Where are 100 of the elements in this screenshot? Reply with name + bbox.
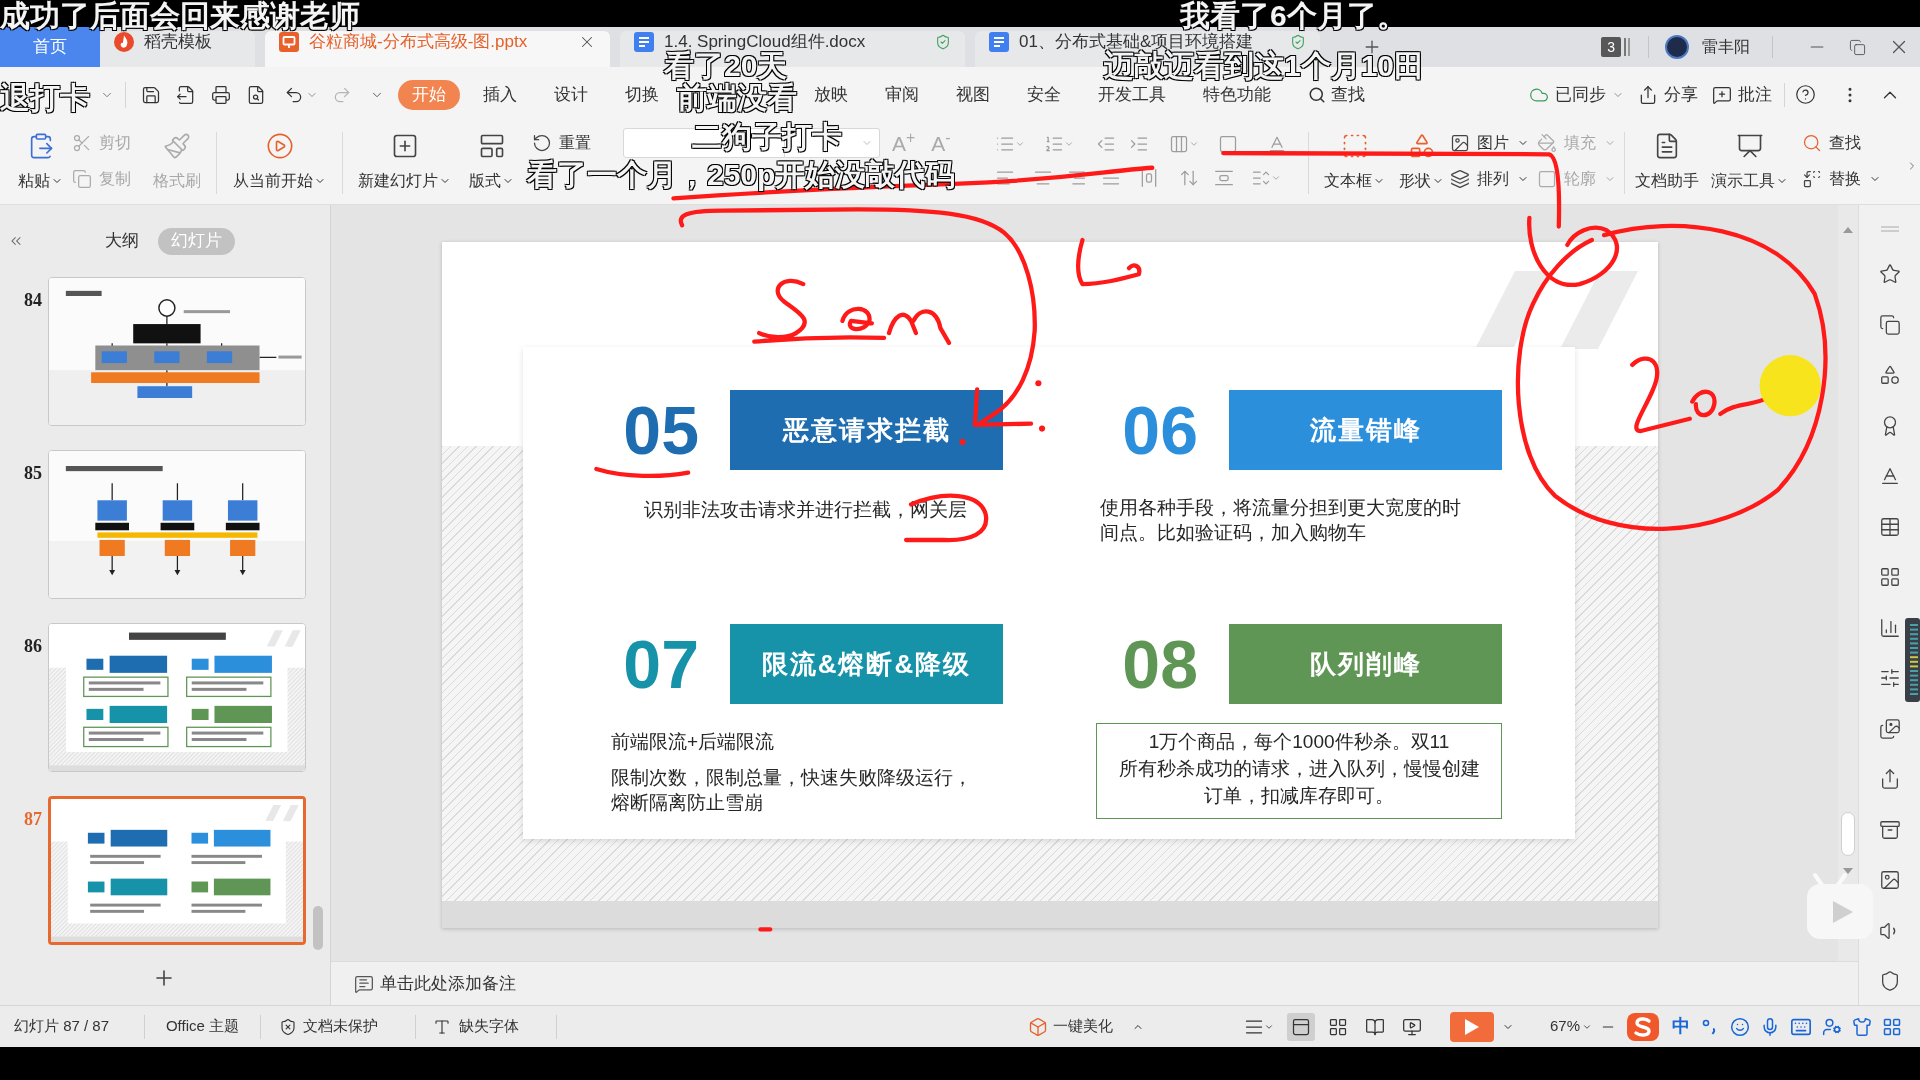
action-button[interactable]: 已同步 (1529, 81, 1624, 108)
grid-icon[interactable] (1878, 566, 1901, 588)
search-icon (1308, 85, 1326, 104)
menu-tab[interactable]: 视图 (956, 82, 990, 107)
action-button[interactable]: 分享 (1638, 81, 1698, 108)
play-icon (1465, 1018, 1479, 1035)
replace-icon (1802, 169, 1823, 189)
item-description: 所有秒杀成功的请求，进入队列，慢慢创建订单，扣减库存即可。 (1117, 757, 1481, 808)
square-outline-icon (1537, 169, 1558, 189)
layers-icon (1450, 169, 1471, 189)
slide-thumbnail[interactable] (48, 277, 306, 426)
slideshow-button[interactable] (1450, 1011, 1494, 1042)
slide-thumbnail[interactable] (48, 623, 306, 772)
beautify-button[interactable]: 一键美化 (1028, 1015, 1144, 1038)
shirt-icon[interactable] (1852, 1016, 1873, 1037)
document-file-icon (634, 31, 654, 52)
ink-stroke (972, 387, 1034, 428)
menu-tab[interactable]: 设计 (554, 82, 588, 107)
layout-button[interactable]: 版式 (469, 122, 514, 204)
shield-check-icon (1290, 33, 1306, 50)
picture-button[interactable]: 图片 (1450, 127, 1530, 159)
item-number: 08 (1122, 630, 1198, 698)
menu-tab[interactable]: 切换 (625, 82, 659, 107)
missing-fonts-button[interactable]: 缺失字体 (433, 1015, 519, 1038)
bar-chart-icon[interactable] (1878, 616, 1901, 639)
ink-dot-icon (1039, 425, 1046, 432)
image-icon (1450, 133, 1471, 153)
find-button[interactable]: 查找 (1802, 127, 1882, 159)
menu-tab[interactable]: 开发工具 (1098, 82, 1166, 107)
drag-handle-icon (1880, 226, 1899, 232)
input-mode-label: 中 (1672, 1015, 1691, 1038)
sorter-view-icon (1328, 1016, 1348, 1037)
danmaku-comment: 二狗子打卡 (692, 121, 842, 153)
action-button[interactable]: 批注 (1712, 81, 1772, 108)
sliders-icon[interactable] (1878, 667, 1901, 689)
shield-x-icon (279, 1017, 297, 1036)
item-description: 限制次数，限制总量，快速失败降级运行，熔断隔离防止雪崩 (611, 766, 973, 815)
reset-icon (532, 133, 552, 153)
protection-button[interactable]: 文档未保护 (279, 1015, 378, 1038)
scrollbar-thumb (313, 906, 323, 950)
table-icon[interactable] (1878, 515, 1901, 538)
replace-button[interactable]: 替换 (1802, 163, 1882, 195)
notes-field[interactable]: 单击此处添加备注 (380, 970, 780, 997)
view-button[interactable] (1287, 1012, 1315, 1041)
scroll-down-icon (1843, 868, 1853, 874)
user-settings-icon[interactable] (1822, 1016, 1843, 1037)
grid-icon[interactable] (1882, 1016, 1903, 1037)
new-slide-button[interactable]: 新建幻灯片 (358, 122, 451, 204)
slide-number: 86 (23, 635, 43, 658)
slide-number: 84 (23, 289, 43, 312)
search-icon (1802, 133, 1823, 153)
reset-button[interactable]: 重置 (532, 127, 591, 159)
slide-thumbnail[interactable] (48, 450, 306, 599)
menu-tab[interactable]: 放映 (814, 82, 848, 107)
images-icon[interactable] (1878, 717, 1901, 740)
shape-button[interactable]: 形状 (1399, 122, 1445, 204)
search-button[interactable]: 查找 (1308, 82, 1365, 107)
document-assistant-button[interactable]: 文档助手 (1635, 122, 1700, 204)
save-icon[interactable] (141, 84, 161, 105)
theme-button[interactable]: Office 主题 (165, 1015, 240, 1038)
shapes-icon[interactable] (1878, 364, 1901, 386)
help-icon[interactable] (1795, 84, 1816, 105)
zoom-level-button[interactable]: 67% (1550, 1015, 1593, 1038)
archive-icon[interactable] (1878, 818, 1901, 841)
copy-icon[interactable] (1878, 313, 1901, 336)
caret-icon (1064, 139, 1075, 149)
caret-icon (1015, 139, 1026, 149)
export-icon[interactable] (176, 84, 196, 105)
scissors-icon (72, 133, 92, 153)
image-icon[interactable] (1878, 869, 1901, 891)
paintbrush-icon (163, 132, 191, 160)
input-method-logo-icon (1626, 1011, 1661, 1042)
text-box-icon (1341, 132, 1369, 160)
presentation-icon (1736, 132, 1764, 160)
shapes-icon (1408, 132, 1436, 160)
document-tab[interactable]: 稻壳模板 (100, 31, 255, 67)
emoji-icon[interactable] (1730, 1016, 1751, 1037)
title-banner: 限流&熔断&降级 (730, 624, 1003, 704)
danmaku-comment: 我看了6个月了。 (1180, 0, 1407, 32)
item-number: 07 (623, 630, 699, 698)
document-file-icon (989, 31, 1009, 52)
presentation-tools-button[interactable]: 演示工具 (1711, 122, 1789, 204)
note-icon (354, 973, 374, 994)
panel-tab[interactable]: 大纲 (105, 227, 139, 255)
menu-tab[interactable]: 审阅 (885, 82, 919, 107)
print-icon[interactable] (211, 84, 231, 105)
menu-tab[interactable]: 安全 (1027, 82, 1061, 107)
play-from-current-button[interactable]: 从当前开始 (233, 122, 326, 204)
star-icon[interactable] (1878, 263, 1901, 285)
presenter-view-icon (1402, 1016, 1422, 1037)
restore-icon[interactable] (1849, 38, 1866, 56)
slide-thumbnail[interactable] (48, 796, 306, 945)
item-description: 1万个商品，每个1000件秒杀。双11 (1148, 730, 1450, 754)
menu-tab[interactable]: 插入 (483, 82, 517, 107)
menu-tab[interactable]: 特色功能 (1203, 82, 1271, 107)
arrange-button[interactable]: 排列 (1450, 163, 1530, 195)
paste-button[interactable]: 粘贴 (18, 122, 63, 204)
text-box-button[interactable]: 文本框 (1324, 122, 1386, 204)
preview-icon[interactable] (246, 84, 266, 105)
presentation-file-icon (279, 31, 299, 52)
